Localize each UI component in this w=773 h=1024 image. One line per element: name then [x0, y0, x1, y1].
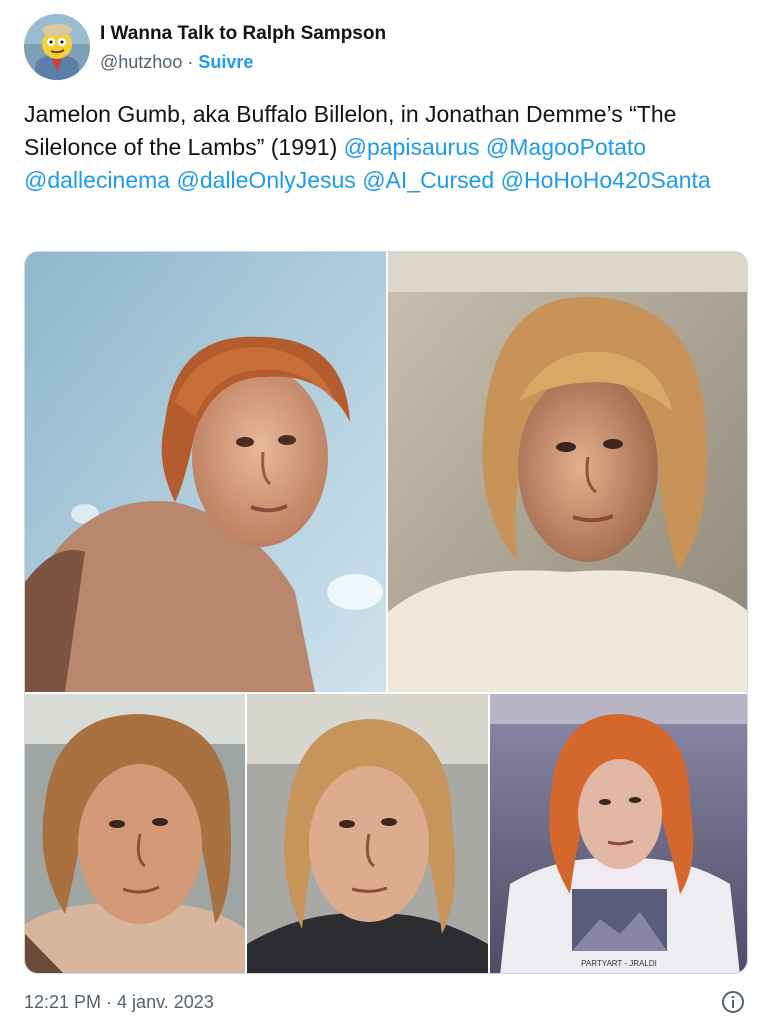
mention-link[interactable]: @AI_Cursed [362, 167, 494, 193]
photo-2[interactable] [388, 252, 747, 692]
tweet-timestamp[interactable]: 12:21 PM · 4 janv. 2023 [24, 990, 214, 1014]
mention-link[interactable]: @dallecinema [24, 167, 170, 193]
mention-link[interactable]: @papisaurus [344, 134, 480, 160]
photo-4[interactable] [247, 694, 488, 973]
mention-link[interactable]: @dalleOnlyJesus [176, 167, 355, 193]
photo-5[interactable]: PARTYART - JRALDI [490, 694, 747, 973]
info-icon[interactable] [721, 990, 745, 1014]
mention-link[interactable]: @HoHoHo420Santa [501, 167, 711, 193]
media-grid: PARTYART - JRALDI [24, 251, 748, 974]
follow-button[interactable]: Suivre [198, 52, 253, 72]
photo-1[interactable] [25, 252, 386, 692]
avatar[interactable] [24, 14, 90, 80]
handle-separator: · [182, 52, 199, 72]
mention-link[interactable]: @MagooPotato [486, 134, 646, 160]
tweet-text: Jamelon Gumb, aka Buffalo Billelon, in J… [24, 98, 754, 197]
cartoon-avatar-icon [24, 14, 90, 80]
author-handle[interactable]: @hutzhoo [100, 52, 182, 72]
shirt-print-text: PARTYART - JRALDI [581, 959, 657, 968]
author-handle-row: @hutzhoo · Suivre [100, 50, 253, 74]
author-display-name[interactable]: I Wanna Talk to Ralph Sampson [100, 22, 386, 46]
photo-3[interactable] [25, 694, 245, 973]
